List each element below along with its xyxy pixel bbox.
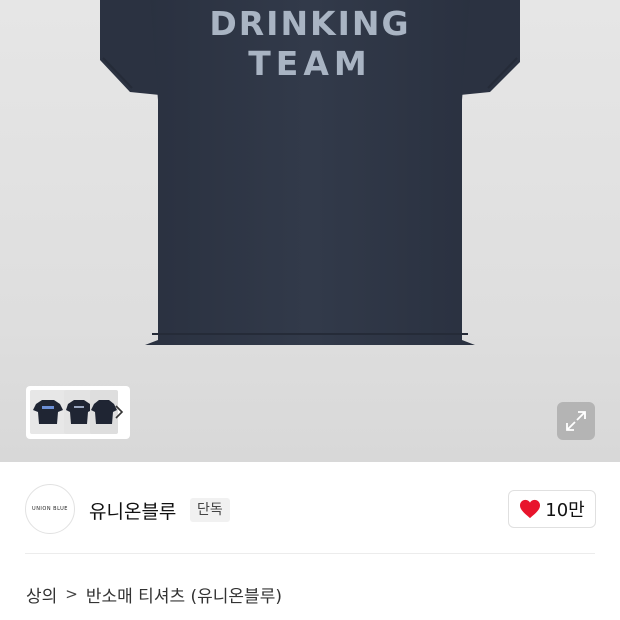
breadcrumb-separator: >: [65, 585, 78, 603]
breadcrumb-subcategory[interactable]: 반소매 티셔츠 (유니온블루): [86, 582, 282, 607]
product-image-area[interactable]: DRINKING TEAM: [0, 0, 620, 462]
like-button[interactable]: 10만: [508, 490, 596, 528]
shirt-print-line2: TEAM: [248, 44, 372, 83]
brand-name[interactable]: 유니온블루: [89, 497, 176, 524]
shirt-print-line1: DRINKING: [209, 4, 411, 43]
brand-logo[interactable]: UNION BLUE: [25, 484, 75, 534]
brand-logo-text: UNION BLUE: [32, 506, 68, 512]
thumbnail-front[interactable]: [30, 390, 66, 434]
chevron-right-icon[interactable]: [112, 401, 126, 423]
exclusive-badge: 단독: [190, 498, 230, 522]
breadcrumb-category[interactable]: 상의: [26, 582, 57, 607]
heart-icon: [520, 499, 541, 519]
breadcrumb: 상의 > 반소매 티셔츠 (유니온블루): [26, 580, 282, 608]
like-count: 10만: [545, 500, 585, 521]
brand-row: UNION BLUE 유니온블루 단독 10만: [0, 462, 620, 554]
divider: [25, 553, 595, 554]
thumbnail-strip[interactable]: [26, 386, 130, 439]
expand-icon[interactable]: [557, 402, 595, 440]
